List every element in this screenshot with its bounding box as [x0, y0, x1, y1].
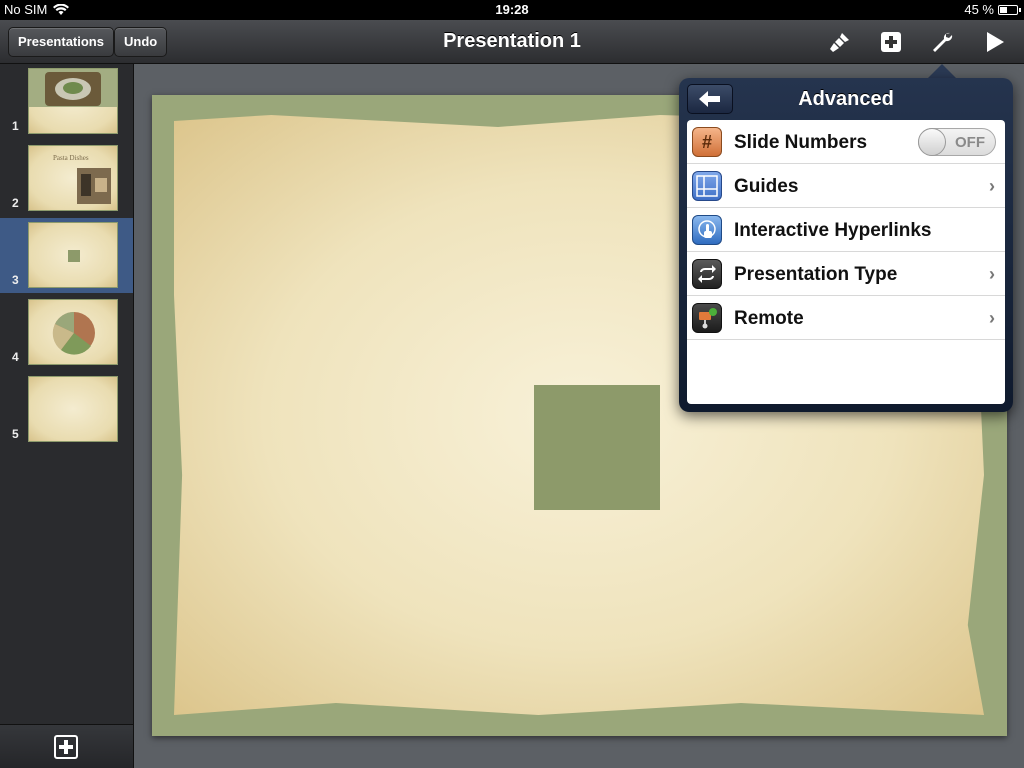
option-label: Guides [734, 176, 799, 197]
hand-pointer-icon [692, 215, 722, 245]
popover-title: Advanced [798, 88, 894, 110]
toggle-knob [918, 128, 946, 156]
square-shape[interactable] [534, 385, 660, 510]
battery-level [1000, 6, 1007, 13]
chevron-right-icon: › [989, 264, 995, 284]
clock: 19:28 [495, 2, 529, 17]
option-presentation-type[interactable]: Presentation Type › [687, 252, 1005, 296]
advanced-options-list: # Slide Numbers OFF Guides › Interactive… [687, 120, 1005, 404]
option-label: Slide Numbers [734, 132, 868, 153]
slide-row-4[interactable]: 4 [0, 295, 133, 370]
option-label: Presentation Type [734, 264, 898, 285]
option-label: Remote [734, 308, 804, 329]
chevron-right-icon: › [989, 308, 995, 328]
add-icon[interactable] [877, 28, 905, 56]
option-interactive-hyperlinks[interactable]: Interactive Hyperlinks [687, 208, 1005, 252]
slide-thumbnail[interactable] [28, 68, 118, 134]
option-guides[interactable]: Guides › [687, 164, 1005, 208]
pie-chart-graphic [52, 311, 95, 355]
slide-number: 2 [12, 196, 19, 210]
hash-icon: # [692, 127, 722, 157]
advanced-popover: Advanced # Slide Numbers OFF Guides › In… [679, 78, 1013, 412]
slide-number: 5 [12, 427, 19, 441]
slide-number: 4 [12, 350, 19, 364]
slide-row-1[interactable]: 1 [0, 64, 133, 139]
square-shape [68, 250, 80, 262]
battery-status: 45 % [964, 2, 1021, 17]
add-slide-icon[interactable] [54, 735, 78, 764]
option-remote[interactable]: Remote › [687, 296, 1005, 340]
chevron-right-icon: › [989, 176, 995, 196]
slide-thumbnail[interactable] [28, 376, 118, 442]
option-slide-numbers[interactable]: # Slide Numbers OFF [687, 120, 1005, 164]
loop-arrows-icon [692, 259, 722, 289]
battery-icon [998, 4, 1021, 15]
document-title: Presentation 1 [443, 30, 581, 52]
slide-number: 3 [12, 273, 19, 287]
play-icon[interactable] [980, 28, 1008, 56]
slide-row-2[interactable]: Pasta Dishes 2 [0, 141, 133, 216]
slide-numbers-toggle[interactable]: OFF [918, 128, 996, 156]
guides-icon [692, 171, 722, 201]
slide-thumbnail[interactable] [28, 299, 118, 365]
slide-row-3[interactable]: 3 [0, 218, 133, 293]
toggle-state: OFF [955, 134, 985, 151]
slide-thumbnail[interactable] [28, 222, 118, 288]
battery-percent: 45 % [964, 2, 994, 17]
sidebar-footer [0, 724, 133, 768]
toolbar: Presentations Undo Presentation 1 [0, 20, 1024, 64]
slide-thumbnail[interactable]: Pasta Dishes [28, 145, 118, 211]
status-bar: No SIM 19:28 45 % [0, 0, 1024, 20]
slide-number: 1 [12, 119, 19, 133]
wrench-icon[interactable] [928, 28, 956, 56]
slide-navigator: 1 Pasta Dishes 2 3 4 5 [0, 64, 134, 768]
paintbrush-icon[interactable] [826, 28, 854, 56]
kitchen-photo [77, 168, 111, 204]
remote-icon [692, 303, 722, 333]
food-photo [45, 72, 101, 106]
slide-caption: Pasta Dishes [53, 154, 89, 162]
slide-row-5[interactable]: 5 [0, 372, 133, 447]
option-label: Interactive Hyperlinks [734, 220, 932, 241]
